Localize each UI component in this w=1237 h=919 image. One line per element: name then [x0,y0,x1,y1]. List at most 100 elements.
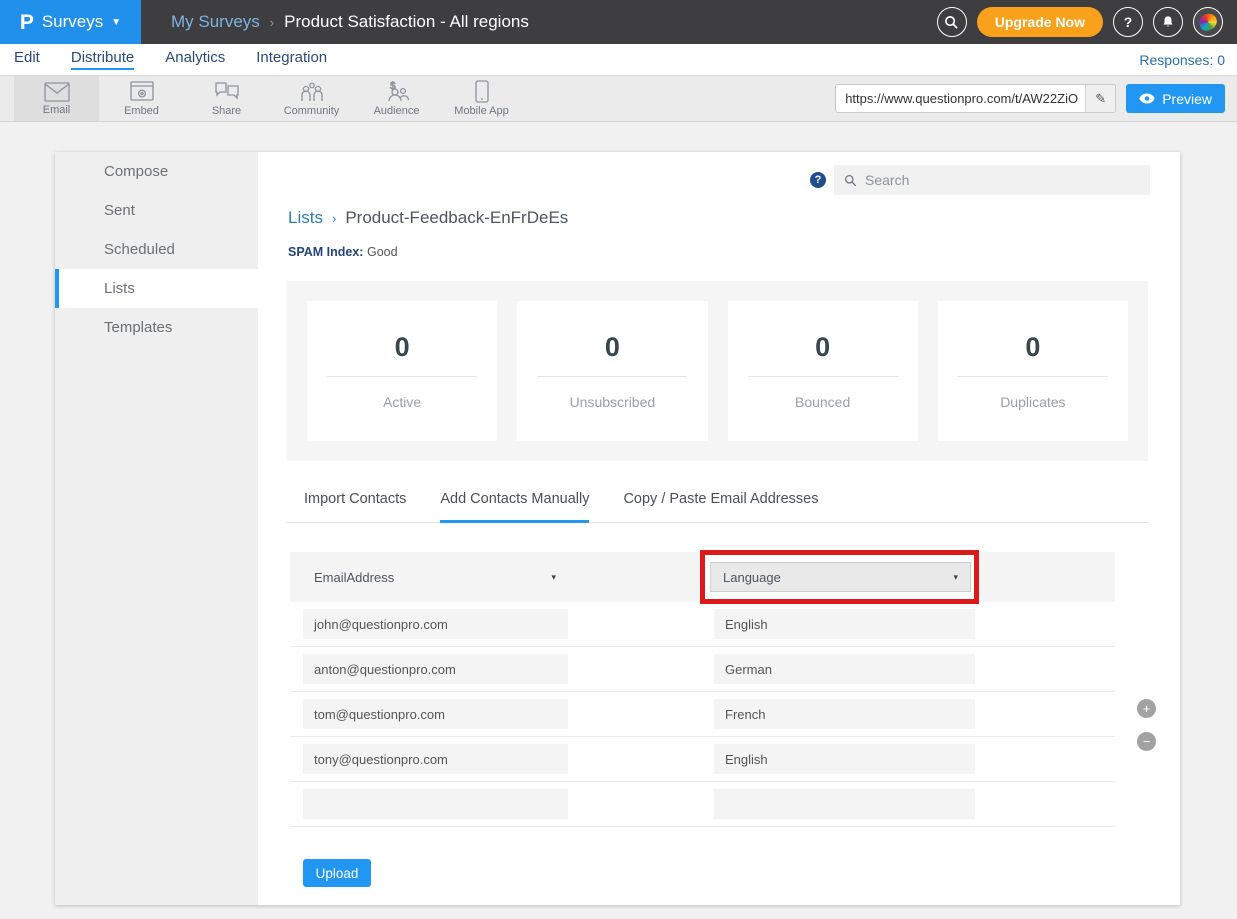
contact-row: tom@questionpro.com French [290,692,1115,737]
avatar-image [1196,11,1219,33]
divider [327,376,477,377]
search-input[interactable] [865,172,1140,188]
spam-index: SPAM Index: Good [288,245,1180,259]
avatar[interactable] [1193,7,1223,37]
email-column-select[interactable]: EmailAddress ▾ [302,562,568,592]
question-mark-icon: ? [1124,14,1133,30]
email-field[interactable]: john@questionpro.com [303,609,568,639]
contact-row: anton@questionpro.com German [290,647,1115,692]
minus-icon: − [1143,735,1151,748]
contact-table: EmailAddress ▾ Language ▾ john@questionp… [290,552,1115,827]
sidebar-item-templates[interactable]: Templates [55,308,258,347]
stat-label: Active [383,394,421,410]
list-breadcrumb: Lists › Product-Feedback-EnFrDeEs [288,208,1180,228]
community-icon [299,81,325,103]
email-field[interactable]: tom@questionpro.com [303,699,568,729]
breadcrumb-lists-link[interactable]: Lists [288,208,323,228]
lists-panel: ? Lists › Product-Feedback-EnFrDeEs SPAM… [258,152,1180,905]
stat-card-active: 0 Active [307,301,497,441]
toolbar-item-embed[interactable]: Embed [99,76,184,121]
notifications-button[interactable] [1153,7,1183,37]
language-column-select[interactable]: Language ▾ [710,562,971,592]
tab-analytics[interactable]: Analytics [165,49,225,70]
survey-url-box: ✎ [835,84,1116,113]
red-highlight-annotation: Language ▾ [700,550,979,604]
sidebar-item-lists[interactable]: Lists [55,269,258,308]
eye-icon [1139,93,1155,104]
toolbar-item-community[interactable]: Community [269,76,354,121]
app-header: P Surveys ▼ My Surveys › Product Satisfa… [0,0,1237,44]
list-name: Product-Feedback-EnFrDeEs [345,208,568,228]
stat-value: 0 [815,332,830,363]
toolbar-item-label: Email [43,104,71,116]
email-distribute-card: Compose Sent Scheduled Lists Templates ?… [55,152,1180,905]
header-breadcrumb: My Surveys › Product Satisfaction - All … [141,0,937,44]
stat-label: Bounced [795,394,850,410]
tab-import-contacts[interactable]: Import Contacts [304,491,406,523]
stat-card-bounced: 0 Bounced [728,301,918,441]
contact-row [290,782,1115,827]
toolbar-item-label: Mobile App [454,105,508,117]
upgrade-now-button[interactable]: Upgrade Now [977,7,1103,37]
tab-add-contacts-manually[interactable]: Add Contacts Manually [440,491,589,523]
search-icon [944,15,959,30]
email-field[interactable]: anton@questionpro.com [303,654,568,684]
edit-url-button[interactable]: ✎ [1085,85,1115,112]
selected-column: Language [723,570,781,585]
share-icon [214,81,240,103]
language-field[interactable]: English [714,744,975,774]
breadcrumb-separator: › [332,211,336,226]
embed-icon [130,81,154,103]
email-field[interactable] [303,789,568,819]
chevron-down-icon: ▾ [551,572,556,583]
questionpro-logo-icon: P [20,12,34,33]
preview-label: Preview [1162,91,1212,107]
pencil-icon: ✎ [1095,91,1106,107]
language-field[interactable]: German [714,654,975,684]
tab-copy-paste-email-addresses[interactable]: Copy / Paste Email Addresses [623,491,818,523]
tab-edit[interactable]: Edit [14,49,40,70]
stat-value: 0 [395,332,410,363]
audience-icon: $ [384,81,410,103]
toolbar-item-label: Share [212,105,241,117]
upload-button[interactable]: Upload [303,859,371,887]
product-menu-label: Surveys [42,12,103,32]
help-button[interactable]: ? [1113,7,1143,37]
spam-index-value: Good [367,245,398,259]
chevron-down-icon: ▾ [953,572,958,583]
responses-count[interactable]: Responses: 0 [1139,52,1225,68]
language-field[interactable]: French [714,699,975,729]
language-field[interactable] [714,789,975,819]
divider [748,376,898,377]
toolbar-right: ✎ Preview [835,76,1237,121]
breadcrumb-my-surveys[interactable]: My Surveys [171,12,260,32]
preview-button[interactable]: Preview [1126,84,1225,113]
toolbar-item-mobile-app[interactable]: Mobile App [439,76,524,121]
help-tip-button[interactable]: ? [810,172,826,188]
survey-title: Product Satisfaction - All regions [284,12,529,32]
product-switcher[interactable]: P Surveys ▼ [0,0,141,44]
search-button[interactable] [937,7,967,37]
stat-label: Duplicates [1000,394,1065,410]
sidebar-item-compose[interactable]: Compose [55,152,258,191]
toolbar-item-label: Embed [124,105,159,117]
toolbar-item-share[interactable]: Share [184,76,269,121]
sidebar-item-scheduled[interactable]: Scheduled [55,230,258,269]
list-stats-panel: 0 Active 0 Unsubscribed 0 Bounced 0 Dupl… [287,281,1148,461]
tab-distribute[interactable]: Distribute [71,49,134,70]
stat-value: 0 [1025,332,1040,363]
toolbar-item-audience[interactable]: $ Audience [354,76,439,121]
toolbar-item-email[interactable]: Email [14,76,99,121]
breadcrumb-separator: › [270,15,274,30]
question-mark-icon: ? [815,174,822,186]
survey-url-input[interactable] [836,85,1085,112]
mobile-app-icon [475,80,489,103]
selected-column: EmailAddress [314,570,394,585]
tab-integration[interactable]: Integration [256,49,327,70]
remove-row-button[interactable]: − [1137,732,1156,751]
stat-value: 0 [605,332,620,363]
add-row-button[interactable]: + [1137,699,1156,718]
email-field[interactable]: tony@questionpro.com [303,744,568,774]
language-field[interactable]: English [714,609,975,639]
sidebar-item-sent[interactable]: Sent [55,191,258,230]
